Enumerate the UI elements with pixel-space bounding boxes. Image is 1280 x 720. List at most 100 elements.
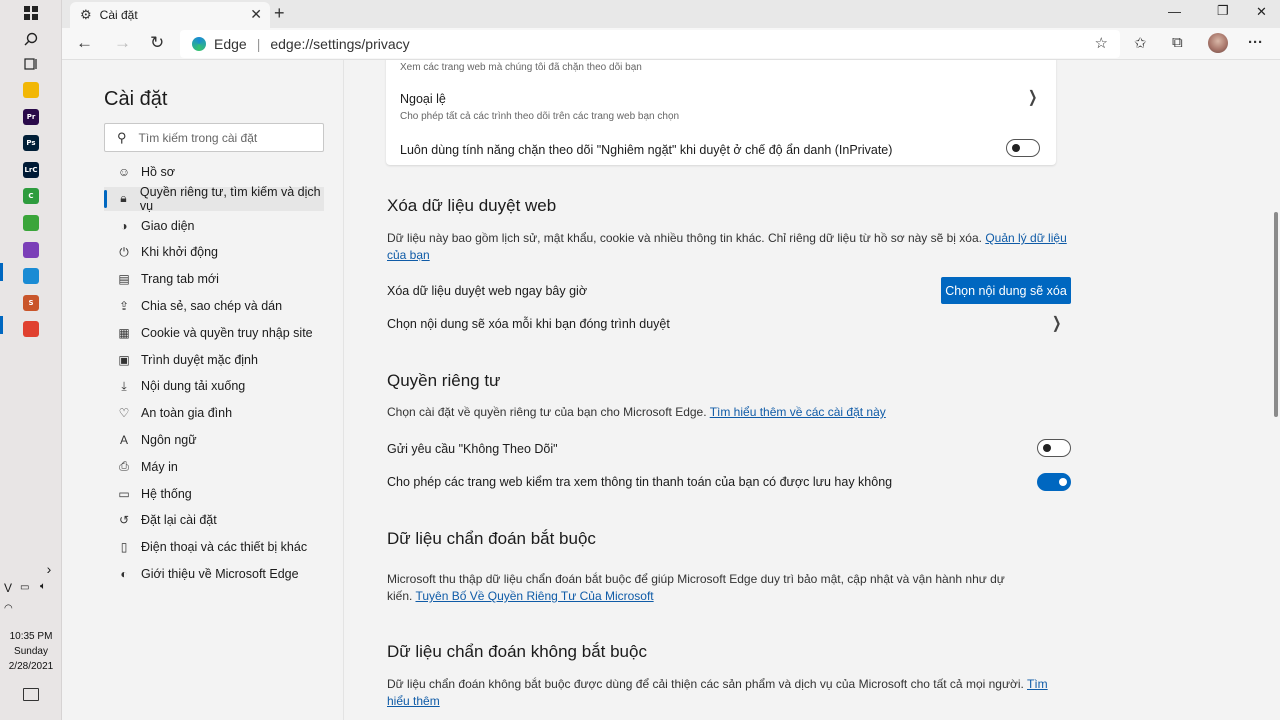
search-icon: ⚲ [117,129,127,145]
windows-taskbar: Pr Ps LrC C S › V ▭ 🔈︎ ◠ 10:35 PM Sunday 2/2… [0,0,62,720]
address-brand: Edge [214,36,247,52]
battery-icon[interactable]: ▭ [20,582,29,593]
sidebar-item[interactable]: ▣ Trình duyệt mặc định [104,348,324,372]
close-window-icon[interactable]: ✕ [1256,4,1267,20]
input-language[interactable]: V [4,581,12,595]
chevron-right-icon[interactable]: ❯ [1052,313,1061,333]
sidebar-item-label: Giao diện [141,218,195,233]
phone-icon: ▯ [120,540,128,555]
sidebar-item-label: Trình duyệt mặc định [141,352,258,367]
avatar[interactable] [1208,33,1228,53]
tab-bar: ⚙ Cài đặt ✕ + — ❐ ✕ [62,0,1280,28]
sidebar-item[interactable]: ⏻ Khi khởi động [104,240,324,264]
lightroom-icon[interactable]: LrC [23,161,39,178]
sidebar-item[interactable]: ◐ Giới thiệu về Microsoft Edge [104,562,324,586]
photoshop-icon[interactable]: Ps [23,135,39,152]
wifi-icon[interactable]: ◠ [4,603,13,614]
profile-icon: ☺ [117,165,131,179]
tab-title: Cài đặt [99,8,138,22]
sidebar-item[interactable]: ⎙ Máy in [104,455,324,479]
chrome-icon[interactable] [23,321,39,338]
privacy-heading: Quyền riêng tư [387,371,501,390]
choose-what-to-clear-button[interactable]: Chọn nội dung sẽ xóa [941,277,1071,304]
payment-check-toggle[interactable] [1037,473,1071,491]
tab-settings[interactable]: ⚙ Cài đặt ✕ [70,2,270,28]
collections-icon[interactable]: ⧉ [1172,34,1183,51]
volume-icon[interactable]: 🔈︎ [40,581,46,592]
minimize-icon[interactable]: — [1168,4,1181,19]
learn-more-settings-link[interactable]: Tìm hiểu thêm về các cài đặt này [710,405,886,419]
family-icon: ♡ [118,406,130,421]
favorites-icon[interactable]: ✩ [1134,34,1147,52]
close-tab-icon[interactable]: ✕ [250,6,262,23]
power-icon: ⏻ [119,244,129,259]
optional-diagnostic-heading: Dữ liệu chẩn đoán không bắt buộc [387,642,647,661]
sidebar-item[interactable]: ◑ Giao diện [104,214,324,238]
refresh-icon[interactable]: ↻ [150,33,164,53]
visual-studio-icon[interactable] [23,241,39,258]
notification-center-icon[interactable] [23,688,39,701]
premiere-icon[interactable]: Pr [23,108,39,125]
sidebar-item[interactable]: 🔒︎ Quyền riêng tư, tìm kiếm và dịch vụ [104,185,324,213]
sidebar-item[interactable]: ▦ Cookie và quyền truy nhập site [104,321,324,345]
new-tab-button[interactable]: + [274,3,285,24]
required-diagnostic-heading: Dữ liệu chẩn đoán bắt buộc [387,529,596,548]
chevron-right-icon[interactable]: ❯ [1028,87,1037,107]
cookie-icon: ▦ [118,325,130,340]
chevron-right-icon[interactable]: › [40,560,58,578]
clear-data-heading: Xóa dữ liệu duyệt web [387,196,557,215]
windows-start-icon[interactable] [22,4,40,22]
task-view-icon[interactable] [22,55,40,73]
sidebar-item-label: Chia sẻ, sao chép và dán [141,299,283,313]
sidebar-item[interactable]: A Ngôn ngữ [104,428,324,452]
sidebar-item[interactable]: ♡ An toàn gia đình [104,401,324,425]
exceptions-sub: Cho phép tất cả các trình theo dõi trên … [400,111,680,122]
back-icon[interactable]: ← [76,33,93,53]
address-bar[interactable]: Edge | edge://settings/privacy ☆ [180,30,1120,58]
exceptions-row[interactable]: Ngoại lệ [400,92,446,106]
do-not-track-toggle[interactable] [1037,439,1071,457]
new-tab-icon: ▤ [118,272,130,287]
more-options-icon[interactable]: ··· [1248,34,1263,51]
sidebar-item-label: Nội dung tải xuống [141,379,246,394]
clock-date: 2/28/2021 [8,661,54,672]
browser-icon: ▣ [118,352,130,367]
sidebar-item-label: Trang tab mới [141,272,219,287]
settings-main: Xem các trang web mà chúng tôi đã chặn t… [344,60,1268,720]
search-icon[interactable] [22,30,40,48]
payment-check-label: Cho phép các trang web kiểm tra xem thôn… [387,475,893,489]
settings-search-input[interactable]: ⚲ Tìm kiếm trong cài đặt [104,123,324,152]
clock-time[interactable]: 10:35 PM [0,630,62,644]
file-explorer-icon[interactable] [23,82,39,98]
privacy-desc: Chọn cài đặt về quyền riêng tư của bạn c… [387,404,1077,421]
sidebar-item[interactable]: ↺ Đặt lại cài đặt [104,508,324,532]
add-favorite-icon[interactable]: ☆ [1095,34,1108,52]
page-scrollbar[interactable] [1274,212,1278,417]
settings-sidebar: Cài đặt ⚲ Tìm kiếm trong cài đặt ☺ Hồ sơ 🔒… [62,60,344,720]
edge-taskbar-icon[interactable] [23,268,39,285]
camtasia-icon[interactable]: C [23,188,39,205]
clear-on-close-row[interactable]: Chọn nội dung sẽ xóa mỗi khi bạn đóng tr… [387,317,670,331]
sidebar-item[interactable]: ▯ Điện thoại và các thiết bị khác [104,535,324,559]
lock-icon: 🔒︎ [120,191,127,206]
strict-inprivate-toggle[interactable] [1006,139,1040,157]
maximize-icon[interactable]: ❐ [1217,3,1229,19]
optional-diagnostic-text: Dữ liệu chẩn đoán không bắt buộc được dù… [387,677,1024,691]
sidebar-item[interactable]: ▤ Trang tab mới [104,267,324,291]
reset-icon: ↺ [118,513,130,528]
sidebar-item[interactable]: ⤓ Nội dung tải xuống [104,374,324,398]
sidebar-item-label: Máy in [141,459,178,474]
optional-diagnostic-desc: Dữ liệu chẩn đoán không bắt buộc được dù… [387,676,1067,710]
app-s-icon[interactable]: S [23,294,39,311]
edge-logo-icon [192,37,206,51]
blocked-trackers-sub: Xem các trang web mà chúng tôi đã chặn t… [400,62,642,73]
privacy-statement-link[interactable]: Tuyên Bố Về Quyền Riêng Tư Của Microsoft [415,589,653,603]
app-icon[interactable] [23,215,39,231]
sidebar-item[interactable]: ⇪ Chia sẻ, sao chép và dán [104,294,324,318]
sidebar-item[interactable]: ▭ Hệ thống [104,482,324,506]
sidebar-item-label: Hồ sơ [141,165,175,179]
sidebar-item-label: Giới thiệu về Microsoft Edge [141,567,299,581]
forward-icon[interactable]: → [114,33,131,53]
sidebar-item[interactable]: ☺ Hồ sơ [104,160,324,184]
toggle-knob [1043,444,1051,452]
